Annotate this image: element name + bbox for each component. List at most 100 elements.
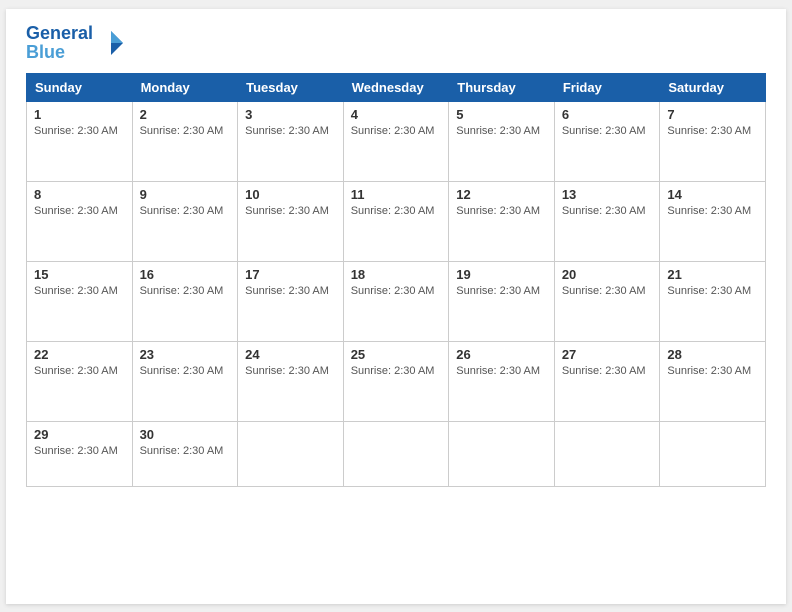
day-number: 3	[245, 107, 336, 122]
table-row	[343, 422, 449, 487]
day-sunrise-info: Sunrise: 2:30 AM	[456, 365, 547, 377]
table-row: 23Sunrise: 2:30 AM	[132, 342, 238, 422]
table-row: 7 Sunrise: 2:30 AM	[660, 102, 766, 182]
table-row: 22 Sunrise: 2:30 AM	[27, 342, 133, 422]
day-number: 25	[351, 347, 442, 362]
day-number: 18	[351, 267, 442, 282]
table-row: 18Sunrise: 2:30 AM	[343, 262, 449, 342]
day-number: 13	[562, 187, 653, 202]
day-number: 9	[140, 187, 231, 202]
table-row: 17 Sunrise: 2:30 AM	[238, 262, 344, 342]
day-sunrise-info: Sunrise: 2:30 AM	[34, 205, 125, 217]
day-sunrise-info: Sunrise: 2:30 AM	[140, 205, 231, 217]
day-sunrise-info: Sunrise: 2:30 AM	[34, 285, 125, 297]
day-number: 29	[34, 427, 125, 442]
weekday-header-friday: Friday	[554, 74, 660, 102]
calendar-page: General Blue SundayMondayTuesdayWednesda…	[6, 9, 786, 604]
day-sunrise-info: Sunrise: 2:30 AM	[562, 205, 653, 217]
day-sunrise-info: Sunrise: 2:30 AM	[456, 205, 547, 217]
calendar-table: SundayMondayTuesdayWednesdayThursdayFrid…	[26, 73, 766, 487]
table-row: 6Sunrise: 2:30 AM	[554, 102, 660, 182]
day-number: 21	[667, 267, 758, 282]
table-row: 28Sunrise: 2:30 AM	[660, 342, 766, 422]
table-row: 24 Sunrise: 2:30 AM	[238, 342, 344, 422]
weekday-header-sunday: Sunday	[27, 74, 133, 102]
day-number: 16	[140, 267, 231, 282]
table-row: 5 Sunrise: 2:30 AM	[449, 102, 555, 182]
day-sunrise-info: Sunrise: 2:30 AM	[34, 125, 125, 137]
day-number: 5	[456, 107, 547, 122]
table-row	[660, 422, 766, 487]
weekday-header-wednesday: Wednesday	[343, 74, 449, 102]
table-row: 20 Sunrise: 2:30 AM	[554, 262, 660, 342]
table-row: 8 Sunrise: 2:30 AM	[27, 182, 133, 262]
day-number: 4	[351, 107, 442, 122]
table-row: 26 Sunrise: 2:30 AM	[449, 342, 555, 422]
day-number: 2	[140, 107, 231, 122]
day-number: 22	[34, 347, 125, 362]
day-sunrise-info: Sunrise: 2:30 AM	[562, 285, 653, 297]
table-row: 14 Sunrise: 2:30 AM	[660, 182, 766, 262]
day-number: 28	[667, 347, 758, 362]
day-sunrise-info: Sunrise: 2:30 AM	[140, 125, 231, 137]
weekday-header-tuesday: Tuesday	[238, 74, 344, 102]
day-sunrise-info: Sunrise: 2:30 AM	[667, 285, 758, 297]
day-sunrise-info: Sunrise: 2:30 AM	[351, 365, 442, 377]
day-number: 27	[562, 347, 653, 362]
day-number: 7	[667, 107, 758, 122]
table-row: 19 Sunrise: 2:30 AM	[449, 262, 555, 342]
logo-icon	[97, 29, 125, 57]
day-sunrise-info: Sunrise: 2:30 AM	[351, 205, 442, 217]
day-sunrise-info: Sunrise: 2:30 AM	[245, 285, 336, 297]
day-sunrise-info: Sunrise: 2:30 AM	[140, 365, 231, 377]
week-row-1: 1 Sunrise: 2:30 AM 2 Sunrise: 2:30 AM 3 Sunri…	[27, 102, 766, 182]
day-number: 8	[34, 187, 125, 202]
day-sunrise-info: Sunrise: 2:30 AM	[456, 125, 547, 137]
day-sunrise-info: Sunrise: 2:30 AM	[456, 285, 547, 297]
table-row	[238, 422, 344, 487]
table-row	[449, 422, 555, 487]
table-row: 16 Sunrise: 2:30 AM	[132, 262, 238, 342]
weekday-header-thursday: Thursday	[449, 74, 555, 102]
day-number: 15	[34, 267, 125, 282]
table-row: 13 Sunrise: 2:30 AM	[554, 182, 660, 262]
table-row: 4 Sunrise: 2:30 AM	[343, 102, 449, 182]
week-row-5: 29Sunrise: 2:30 AM30Sunrise: 2:30 AM	[27, 422, 766, 487]
logo-text-line2: Blue	[26, 43, 93, 63]
weekday-header-saturday: Saturday	[660, 74, 766, 102]
day-number: 17	[245, 267, 336, 282]
table-row: 11 Sunrise: 2:30 AM	[343, 182, 449, 262]
day-number: 11	[351, 187, 442, 202]
day-number: 30	[140, 427, 231, 442]
day-sunrise-info: Sunrise: 2:30 AM	[667, 205, 758, 217]
day-sunrise-info: Sunrise: 2:30 AM	[562, 365, 653, 377]
table-row: 12Sunrise: 2:30 AM	[449, 182, 555, 262]
table-row: 3 Sunrise: 2:30 AM	[238, 102, 344, 182]
day-sunrise-info: Sunrise: 2:30 AM	[245, 125, 336, 137]
day-number: 20	[562, 267, 653, 282]
week-row-2: 8 Sunrise: 2:30 AM 9 Sunrise: 2:30 AM 10 Sunr…	[27, 182, 766, 262]
day-number: 24	[245, 347, 336, 362]
week-row-3: 15 Sunrise: 2:30 AM 16 Sunrise: 2:30 AM 17 Su…	[27, 262, 766, 342]
day-sunrise-info: Sunrise: 2:30 AM	[245, 205, 336, 217]
table-row: 21 Sunrise: 2:30 AM	[660, 262, 766, 342]
day-number: 1	[34, 107, 125, 122]
weekday-header-monday: Monday	[132, 74, 238, 102]
day-number: 26	[456, 347, 547, 362]
table-row: 2 Sunrise: 2:30 AM	[132, 102, 238, 182]
day-sunrise-info: Sunrise: 2:30 AM	[351, 125, 442, 137]
day-sunrise-info: Sunrise: 2:30 AM	[34, 365, 125, 377]
table-row: 10 Sunrise: 2:30 AM	[238, 182, 344, 262]
day-sunrise-info: Sunrise: 2:30 AM	[245, 365, 336, 377]
day-number: 19	[456, 267, 547, 282]
day-sunrise-info: Sunrise: 2:30 AM	[34, 445, 125, 457]
day-number: 10	[245, 187, 336, 202]
day-sunrise-info: Sunrise: 2:30 AM	[140, 285, 231, 297]
day-number: 6	[562, 107, 653, 122]
table-row: 25 Sunrise: 2:30 AM	[343, 342, 449, 422]
weekday-header-row: SundayMondayTuesdayWednesdayThursdayFrid…	[27, 74, 766, 102]
logo-text-line1: General	[26, 24, 93, 44]
day-number: 14	[667, 187, 758, 202]
table-row: 15 Sunrise: 2:30 AM	[27, 262, 133, 342]
day-sunrise-info: Sunrise: 2:30 AM	[667, 125, 758, 137]
